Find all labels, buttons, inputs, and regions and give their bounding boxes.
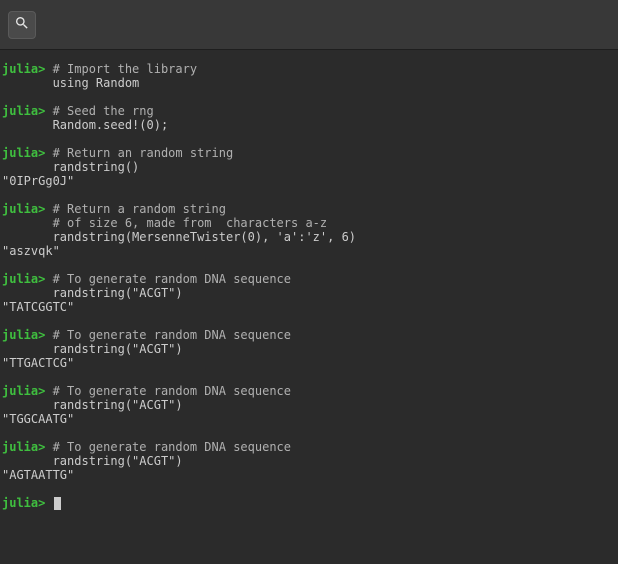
blank-line bbox=[2, 426, 618, 440]
repl-continuation: Random.seed!(0); bbox=[2, 118, 618, 132]
repl-output-text: "aszvqk" bbox=[2, 244, 60, 258]
repl-line: julia> # To generate random DNA sequence bbox=[2, 328, 618, 342]
repl-line: julia> # To generate random DNA sequence bbox=[2, 440, 618, 454]
repl-continuation: randstring("ACGT") bbox=[2, 454, 618, 468]
repl-output: "aszvqk" bbox=[2, 244, 618, 258]
repl-output: "TGGCAATG" bbox=[2, 412, 618, 426]
cursor bbox=[54, 497, 61, 510]
repl-output: "TTGACTCG" bbox=[2, 356, 618, 370]
repl-line: julia> # To generate random DNA sequence bbox=[2, 384, 618, 398]
repl-output: "AGTAATTG" bbox=[2, 468, 618, 482]
repl-prompt: julia> bbox=[2, 384, 45, 398]
blank-line bbox=[2, 90, 618, 104]
blank-line bbox=[2, 132, 618, 146]
repl-prompt: julia> bbox=[2, 440, 45, 454]
repl-continuation: randstring() bbox=[2, 160, 618, 174]
toolbar bbox=[0, 0, 618, 50]
repl-line: julia> # To generate random DNA sequence bbox=[2, 272, 618, 286]
repl-indent bbox=[2, 76, 45, 90]
repl-indent bbox=[2, 216, 45, 230]
repl-input: # To generate random DNA sequence bbox=[45, 384, 291, 398]
blank-line bbox=[2, 258, 618, 272]
repl-prompt: julia> bbox=[2, 104, 45, 118]
repl-input: randstring("ACGT") bbox=[45, 398, 182, 412]
repl-prompt: julia> bbox=[2, 62, 45, 76]
repl-input: # Seed the rng bbox=[45, 104, 153, 118]
repl-prompt: julia> bbox=[2, 146, 45, 160]
repl-input: randstring("ACGT") bbox=[45, 286, 182, 300]
blank-line bbox=[2, 370, 618, 384]
repl-continuation: randstring("ACGT") bbox=[2, 398, 618, 412]
repl-line: julia> # Seed the rng bbox=[2, 104, 618, 118]
repl-prompt: julia> bbox=[2, 328, 45, 342]
repl-output: "0IPrGg0J" bbox=[2, 174, 618, 188]
repl-input: randstring(MersenneTwister(0), 'a':'z', … bbox=[45, 230, 356, 244]
repl-output-text: "TATCGGTC" bbox=[2, 300, 74, 314]
search-button[interactable] bbox=[8, 11, 36, 39]
terminal[interactable]: julia> # Import the library using Random… bbox=[0, 50, 618, 510]
repl-continuation: using Random bbox=[2, 76, 618, 90]
repl-output-text: "TGGCAATG" bbox=[2, 412, 74, 426]
repl-input: randstring("ACGT") bbox=[45, 454, 182, 468]
repl-input: # To generate random DNA sequence bbox=[45, 272, 291, 286]
repl-input: randstring("ACGT") bbox=[45, 342, 182, 356]
repl-indent bbox=[2, 286, 45, 300]
repl-continuation: randstring(MersenneTwister(0), 'a':'z', … bbox=[2, 230, 618, 244]
blank-line bbox=[2, 188, 618, 202]
search-icon bbox=[14, 15, 30, 34]
repl-input: using Random bbox=[45, 76, 139, 90]
repl-output-text: "0IPrGg0J" bbox=[2, 174, 74, 188]
repl-output: "TATCGGTC" bbox=[2, 300, 618, 314]
repl-input: # To generate random DNA sequence bbox=[45, 440, 291, 454]
repl-indent bbox=[2, 454, 45, 468]
repl-continuation: randstring("ACGT") bbox=[2, 342, 618, 356]
repl-indent bbox=[2, 118, 45, 132]
repl-active-line[interactable]: julia> bbox=[2, 496, 618, 510]
repl-line: julia> # Return an random string bbox=[2, 146, 618, 160]
repl-line: julia> # Import the library bbox=[2, 62, 618, 76]
repl-input: Random.seed!(0); bbox=[45, 118, 168, 132]
blank-line bbox=[2, 482, 618, 496]
repl-indent bbox=[2, 398, 45, 412]
repl-prompt: julia> bbox=[2, 496, 45, 510]
repl-indent bbox=[2, 342, 45, 356]
repl-continuation: # of size 6, made from characters a-z bbox=[2, 216, 618, 230]
repl-input: # Return a random string bbox=[45, 202, 226, 216]
repl-indent bbox=[2, 160, 45, 174]
repl-prompt: julia> bbox=[2, 272, 45, 286]
repl-line: julia> # Return a random string bbox=[2, 202, 618, 216]
repl-input: # To generate random DNA sequence bbox=[45, 328, 291, 342]
repl-output-text: "AGTAATTG" bbox=[2, 468, 74, 482]
repl-prompt: julia> bbox=[2, 202, 45, 216]
repl-output-text: "TTGACTCG" bbox=[2, 356, 74, 370]
blank-line bbox=[2, 314, 618, 328]
repl-indent bbox=[2, 230, 45, 244]
repl-input: randstring() bbox=[45, 160, 139, 174]
repl-input: # Return an random string bbox=[45, 146, 233, 160]
repl-input: # Import the library bbox=[45, 62, 197, 76]
repl-input: # of size 6, made from characters a-z bbox=[45, 216, 327, 230]
repl-continuation: randstring("ACGT") bbox=[2, 286, 618, 300]
